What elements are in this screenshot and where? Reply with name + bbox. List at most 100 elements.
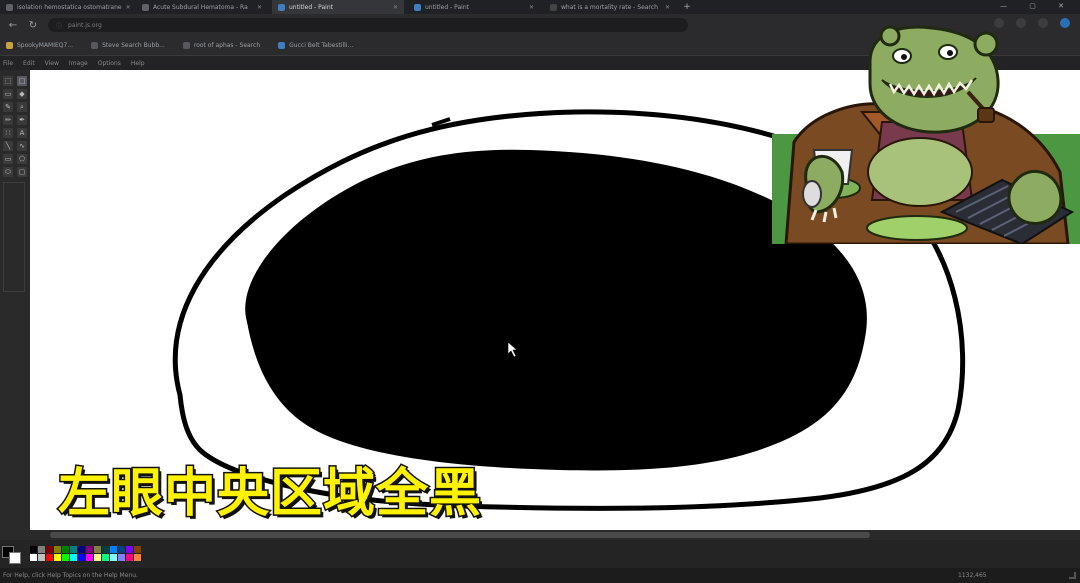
bookmark-item[interactable]: SpookyMAMIEQ7... <box>6 42 73 49</box>
bookmark-icon <box>278 42 286 49</box>
close-tab-icon[interactable]: ✕ <box>257 4 262 11</box>
bookmark-item[interactable]: root of aphas - Search <box>182 42 261 49</box>
bookmark-item[interactable]: Steve Search Bubb... <box>91 42 165 49</box>
back-icon[interactable]: ← <box>6 18 20 32</box>
menu-image[interactable]: Image <box>69 60 88 67</box>
browser-tab[interactable]: untitled - Paint ✕ <box>272 0 404 14</box>
browser-tab[interactable]: isolation hemostatica ostomatrane ✕ <box>0 0 132 14</box>
color-swatch[interactable] <box>126 546 133 553</box>
color-swatch[interactable] <box>30 546 37 553</box>
close-tab-icon[interactable]: ✕ <box>529 4 534 11</box>
bookmark-label: Gucci Belt Tabestilli... <box>289 42 354 49</box>
color-swatch[interactable] <box>94 546 101 553</box>
bookmark-icon <box>6 42 13 49</box>
color-swatch[interactable] <box>70 546 77 553</box>
window-controls[interactable]: — ▢ ✕ <box>1000 2 1074 10</box>
color-swatch[interactable] <box>78 546 85 553</box>
bookmark-label: SpookyMAMIEQ7... <box>17 42 74 49</box>
search-icon <box>550 3 557 11</box>
ellipse-tool-icon[interactable]: ⬭ <box>3 167 13 177</box>
color-swatch[interactable] <box>118 546 125 553</box>
color-swatch[interactable] <box>38 546 45 553</box>
polygon-tool-icon[interactable]: ⬠ <box>17 154 27 164</box>
menu-help[interactable]: Help <box>131 60 145 67</box>
browser-tab[interactable]: Acute Subdural Hematoma - Ra ✕ <box>136 0 268 14</box>
scrollbar-thumb[interactable] <box>50 532 870 538</box>
close-tab-icon[interactable]: ✕ <box>126 4 131 11</box>
paint-icon <box>414 3 421 11</box>
tab-label: isolation hemostatica ostomatrane <box>17 3 122 11</box>
brush-tool-icon[interactable]: ✒ <box>17 115 27 125</box>
resize-grip-icon[interactable] <box>1069 572 1076 579</box>
color-swatch[interactable] <box>102 546 109 553</box>
color-swatch[interactable] <box>134 546 141 553</box>
rectangle-tool-icon[interactable]: ▭ <box>3 154 13 164</box>
menu-file[interactable]: File <box>3 60 13 67</box>
bookmark-label: Steve Search Bubb... <box>102 42 165 49</box>
horizontal-scrollbar[interactable] <box>30 530 1080 540</box>
bookmark-label: root of aphas - Search <box>193 42 261 49</box>
color-swatch[interactable] <box>126 554 133 561</box>
address-bar[interactable]: ⓘ paint.js.org <box>48 18 688 32</box>
bookmark-icon <box>182 42 190 49</box>
tab-label: untitled - Paint <box>289 3 333 11</box>
color-swatch[interactable] <box>30 554 37 561</box>
curve-tool-icon[interactable]: ∿ <box>17 141 27 151</box>
fill-tool-icon[interactable]: ◆ <box>17 89 27 99</box>
address-text: paint.js.org <box>68 21 102 29</box>
current-colors[interactable] <box>2 546 24 564</box>
eraser-tool-icon[interactable]: ▭ <box>3 89 13 99</box>
site-info-icon[interactable]: ⓘ <box>56 21 62 30</box>
browser-tab[interactable]: untitled - Paint ✕ <box>408 0 540 14</box>
color-picker-tool-icon[interactable]: ✎ <box>3 102 13 112</box>
tool-options-panel[interactable] <box>3 182 25 292</box>
menu-edit[interactable]: Edit <box>23 60 35 67</box>
line-tool-icon[interactable]: ╲ <box>3 141 13 151</box>
magnifier-tool-icon[interactable]: ⌕ <box>17 102 27 112</box>
color-swatch[interactable] <box>110 554 117 561</box>
menu-view[interactable]: View <box>45 60 59 67</box>
pencil-tool-icon[interactable]: ✏ <box>3 115 13 125</box>
video-caption: 左眼中央区域全黑 <box>56 463 483 526</box>
color-swatch[interactable] <box>78 554 85 561</box>
browser-tab-strip: isolation hemostatica ostomatrane ✕ Acute … <box>0 0 1080 14</box>
color-swatch[interactable] <box>62 546 69 553</box>
new-tab-button[interactable]: + <box>680 0 694 14</box>
streamer-webcam-overlay <box>772 22 1080 244</box>
bookmark-icon <box>91 42 99 49</box>
color-swatch[interactable] <box>86 554 93 561</box>
menu-options[interactable]: Options <box>98 60 121 67</box>
bookmark-item[interactable]: Gucci Belt Tabestilli... <box>278 42 353 49</box>
color-swatch[interactable] <box>62 554 69 561</box>
close-tab-icon[interactable]: ✕ <box>393 4 398 11</box>
cursor-coords: 1132,465 <box>958 572 987 579</box>
tab-label: untitled - Paint <box>425 3 469 11</box>
color-swatch[interactable] <box>70 554 77 561</box>
page-icon <box>142 3 149 11</box>
background-color[interactable] <box>9 552 21 564</box>
reload-icon[interactable]: ↻ <box>26 18 40 32</box>
color-swatch[interactable] <box>46 546 53 553</box>
color-swatch[interactable] <box>94 554 101 561</box>
select-tool-icon[interactable]: □ <box>17 76 27 86</box>
paint-toolbox: ⬚ □ ▭ ◆ ✎ ⌕ ✏ ✒ ∷ A ╲ ∿ ▭ ⬠ ⬭ ▢ <box>0 70 30 540</box>
color-swatch[interactable] <box>134 554 141 561</box>
free-select-tool-icon[interactable]: ⬚ <box>3 76 13 86</box>
close-tab-icon[interactable]: ✕ <box>665 4 670 11</box>
rounded-rect-tool-icon[interactable]: ▢ <box>17 167 27 177</box>
page-icon <box>6 3 13 11</box>
color-swatch[interactable] <box>38 554 45 561</box>
text-tool-icon[interactable]: A <box>17 128 27 138</box>
color-swatch[interactable] <box>110 546 117 553</box>
status-text: For Help, click Help Topics on the Help … <box>3 572 138 579</box>
color-swatch[interactable] <box>54 554 61 561</box>
color-swatch[interactable] <box>54 546 61 553</box>
browser-tab[interactable]: what is a mortality rate - Search ✕ <box>544 0 676 14</box>
color-swatch[interactable] <box>102 554 109 561</box>
cartoon-avatar <box>772 25 1080 244</box>
tab-label: Acute Subdural Hematoma - Ra <box>153 3 248 11</box>
color-swatch[interactable] <box>86 546 93 553</box>
airbrush-tool-icon[interactable]: ∷ <box>3 128 13 138</box>
color-swatch[interactable] <box>46 554 53 561</box>
color-swatch[interactable] <box>118 554 125 561</box>
